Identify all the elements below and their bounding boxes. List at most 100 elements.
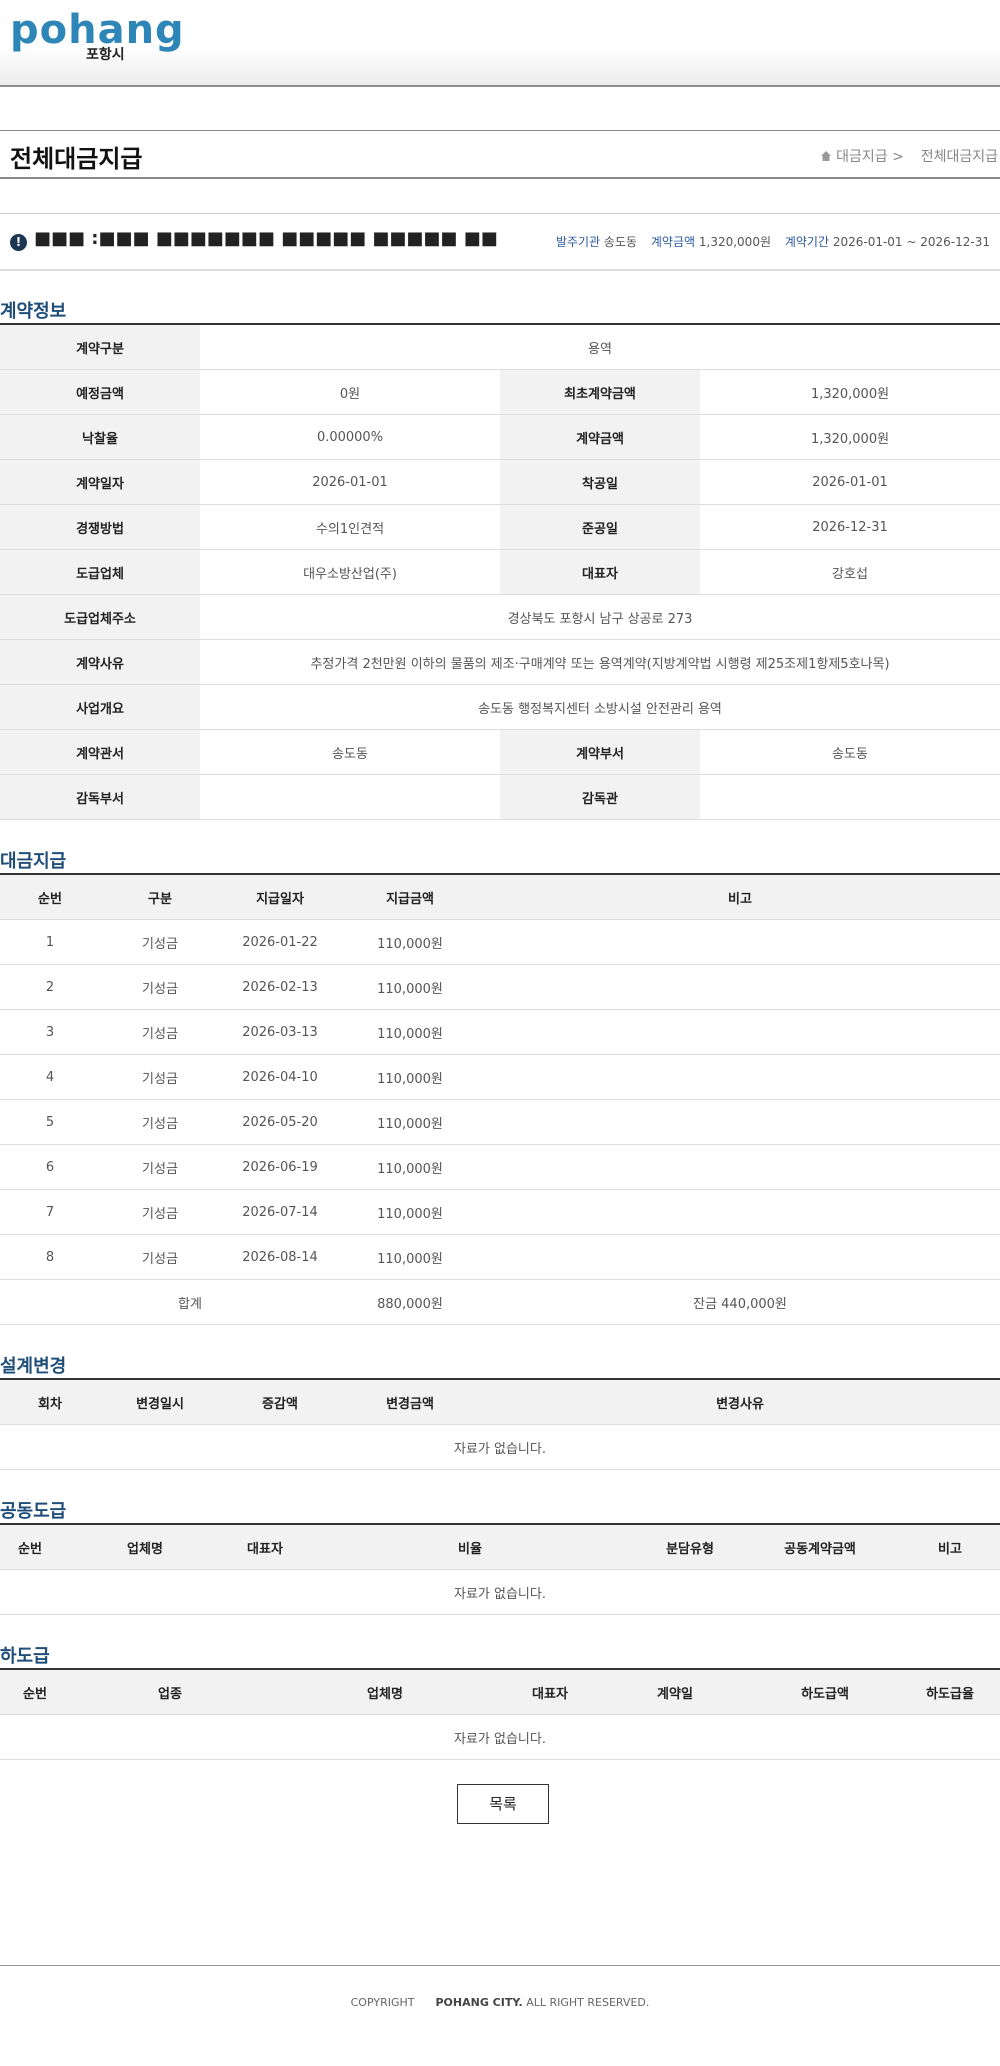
info-label: 착공일 <box>500 459 700 505</box>
table-cell: 110,000원 <box>340 1189 480 1235</box>
table-row: 4 기성금 2026-04-10 110,000원 <box>0 1054 1000 1100</box>
info-label: 예정금액 <box>0 369 200 415</box>
info-value: 2026-01-01 <box>700 459 1000 505</box>
total-label: 합계 <box>0 1279 340 1325</box>
table-cell: 2026-08-14 <box>220 1234 340 1280</box>
empty-message: 자료가 없습니다. <box>0 1569 1000 1615</box>
table-row: 1 기성금 2026-01-22 110,000원 <box>0 919 1000 965</box>
column-header: 순번 <box>0 1524 60 1570</box>
design-change-table: 회차 변경일시 증감액 변경금액 변경사유 자료가 없습니다. <box>0 1378 1000 1470</box>
info-row: 낙찰율 0.00000% 계약금액 1,320,000원 <box>0 414 1000 460</box>
table-cell: 8 <box>0 1234 100 1280</box>
table-cell: 110,000원 <box>340 1099 480 1145</box>
table-row: 자료가 없습니다. <box>0 1424 1000 1470</box>
section-title-joint: 공동도급 <box>0 1501 67 1522</box>
pohang-logo[interactable]: pohang 포항시 <box>10 8 184 64</box>
column-header: 하도급율 <box>900 1669 1000 1715</box>
empty-message: 자료가 없습니다. <box>0 1714 1000 1760</box>
info-label: 낙찰율 <box>0 414 200 460</box>
total-row: 합계 880,000원 잔금 440,000원 <box>0 1279 1000 1325</box>
meta-amount-label: 계약금액 <box>650 235 696 249</box>
info-value: 대우소방산업(주) <box>200 549 500 595</box>
table-row: 자료가 없습니다. <box>0 1714 1000 1760</box>
column-header: 구분 <box>100 874 220 920</box>
table-cell: 1 <box>0 919 100 965</box>
info-label: 도급업체주소 <box>0 594 200 640</box>
table-header-row: 순번 업종 업체명 대표자 계약일 하도급액 하도급율 <box>0 1669 1000 1715</box>
copyright-org: POHANG CITY. <box>435 1996 523 2009</box>
empty-message: 자료가 없습니다. <box>0 1424 1000 1470</box>
column-header: 분담유형 <box>640 1524 740 1570</box>
home-icon[interactable] <box>820 150 832 162</box>
column-header: 증감액 <box>220 1379 340 1425</box>
column-header: 순번 <box>0 1669 70 1715</box>
column-header: 회차 <box>0 1379 100 1425</box>
info-row: 계약구분 용역 <box>0 324 1000 370</box>
info-value <box>200 774 500 820</box>
info-value: 0.00000% <box>200 414 500 460</box>
table-cell <box>480 964 1000 1010</box>
table-cell: 2026-03-13 <box>220 1009 340 1055</box>
table-cell <box>480 919 1000 965</box>
table-cell: 2026-01-22 <box>220 919 340 965</box>
contract-info-table: 계약구분 용역 예정금액 0원 최초계약금액 1,320,000원 낙찰율 0.00000% 계… <box>0 323 1000 820</box>
info-value: 경상북도 포항시 남구 상공로 273 <box>200 594 1000 640</box>
site-footer: COPYRIGHT POHANG CITY. ALL RIGHT RESERVE… <box>0 1965 1000 2066</box>
table-cell: 2 <box>0 964 100 1010</box>
table-cell: 기성금 <box>100 1009 220 1055</box>
table-cell <box>480 1144 1000 1190</box>
info-value: 용역 <box>200 324 1000 370</box>
table-cell: 2026-04-10 <box>220 1054 340 1100</box>
info-row: 계약사유 추정가격 2천만원 이하의 물품의 제조·구매계약 또는 용역계약(지방… <box>0 639 1000 685</box>
breadcrumb-section[interactable]: 대금지급 <box>836 149 888 165</box>
table-cell: 2026-05-20 <box>220 1099 340 1145</box>
info-label: 감독관 <box>500 774 700 820</box>
info-label: 계약사유 <box>0 639 200 685</box>
column-header: 대표자 <box>230 1524 300 1570</box>
info-row: 도급업체 대우소방산업(주) 대표자 강호섭 <box>0 549 1000 595</box>
column-header: 변경사유 <box>480 1379 1000 1425</box>
table-cell: 110,000원 <box>340 1054 480 1100</box>
table-cell: 5 <box>0 1099 100 1145</box>
column-header: 계약일 <box>600 1669 750 1715</box>
meta-amount: 1,320,000원 <box>698 235 771 249</box>
info-label: 최초계약금액 <box>500 369 700 415</box>
table-cell: 110,000원 <box>340 964 480 1010</box>
column-header: 대표자 <box>500 1669 600 1715</box>
table-cell <box>480 1054 1000 1100</box>
info-value: 송도동 <box>200 729 500 775</box>
meta-org-label: 발주기관 <box>555 235 601 249</box>
copyright-label: COPYRIGHT <box>350 1996 415 2009</box>
breadcrumb-current: 전체대금지급 <box>920 149 998 165</box>
table-cell <box>480 1099 1000 1145</box>
info-row: 도급업체주소 경상북도 포항시 남구 상공로 273 <box>0 594 1000 640</box>
total-amount: 880,000원 <box>340 1279 480 1325</box>
column-header: 지급일자 <box>220 874 340 920</box>
table-cell: 110,000원 <box>340 1009 480 1055</box>
info-row: 계약관서 송도동 계약부서 송도동 <box>0 729 1000 775</box>
list-button[interactable]: 목록 <box>457 1784 549 1824</box>
table-cell: 기성금 <box>100 1189 220 1235</box>
info-label: 계약관서 <box>0 729 200 775</box>
table-cell: 2026-06-19 <box>220 1144 340 1190</box>
table-cell: 7 <box>0 1189 100 1235</box>
breadcrumb-separator: > <box>892 149 904 165</box>
section-title-payments: 대금지급 <box>0 851 67 872</box>
contract-meta: 발주기관 송도동 계약금액 1,320,000원 계약기간 2026-01-01… <box>556 233 990 250</box>
info-label: 준공일 <box>500 504 700 550</box>
info-value: 1,320,000원 <box>700 414 1000 460</box>
column-header: 변경일시 <box>100 1379 220 1425</box>
table-cell: 기성금 <box>100 964 220 1010</box>
contract-name: ■■■ :■■■ ■■■■■■■ ■■■■■ ■■■■■ ■■ <box>34 228 498 249</box>
table-cell: 2026-07-14 <box>220 1189 340 1235</box>
table-row: 자료가 없습니다. <box>0 1569 1000 1615</box>
table-header-row: 순번 업체명 대표자 비율 분담유형 공동계약금액 비고 <box>0 1524 1000 1570</box>
info-value: 송도동 <box>700 729 1000 775</box>
table-cell <box>480 1234 1000 1280</box>
info-value: 수의1인견적 <box>200 504 500 550</box>
contract-summary: ! ■■■ :■■■ ■■■■■■■ ■■■■■ ■■■■■ ■■ 발주기관 송… <box>0 213 1000 271</box>
info-row: 감독부서 감독관 <box>0 774 1000 820</box>
table-cell: 2026-02-13 <box>220 964 340 1010</box>
info-value: 0원 <box>200 369 500 415</box>
info-label: 계약부서 <box>500 729 700 775</box>
